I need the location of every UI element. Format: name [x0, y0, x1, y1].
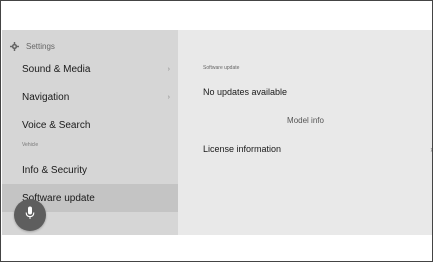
infotainment-screen: Settings Sound & Media › Navigation › Vo…: [2, 30, 432, 235]
display-frame: Settings Sound & Media › Navigation › Vo…: [0, 0, 433, 262]
section-title: Software update: [203, 65, 240, 71]
chevron-right-icon: ›: [167, 93, 170, 101]
voice-assistant-button[interactable]: [14, 199, 46, 231]
sidebar-item-info-security[interactable]: Info & Security: [2, 156, 178, 184]
sidebar-item-voice-search[interactable]: Voice & Search: [2, 111, 178, 139]
sidebar-section-vehicle: Vehicle: [22, 142, 39, 148]
gear-icon: [10, 41, 19, 51]
settings-sidebar: Settings Sound & Media › Navigation › Vo…: [2, 30, 178, 235]
settings-header[interactable]: Settings: [10, 35, 55, 57]
sidebar-item-label: Voice & Search: [22, 119, 91, 131]
model-info-button[interactable]: Model info: [178, 116, 432, 125]
sidebar-item-label: Sound & Media: [22, 63, 91, 75]
sidebar-item-label: Info & Security: [22, 164, 88, 176]
sidebar-item-sound-media[interactable]: Sound & Media ›: [2, 55, 178, 83]
license-information-label: License information: [203, 144, 282, 154]
software-update-panel: Software update No updates available Mod…: [178, 30, 432, 235]
update-status-label: No updates available: [203, 87, 288, 97]
microphone-icon: [25, 206, 35, 225]
sidebar-item-label: Navigation: [22, 91, 70, 103]
update-status: No updates available: [203, 84, 432, 100]
sidebar-item-label: Software update: [22, 192, 95, 204]
sidebar-item-navigation[interactable]: Navigation ›: [2, 83, 178, 111]
license-information-row[interactable]: License information ›: [203, 140, 432, 158]
chevron-right-icon: ›: [167, 65, 170, 73]
settings-header-label: Settings: [26, 41, 55, 51]
